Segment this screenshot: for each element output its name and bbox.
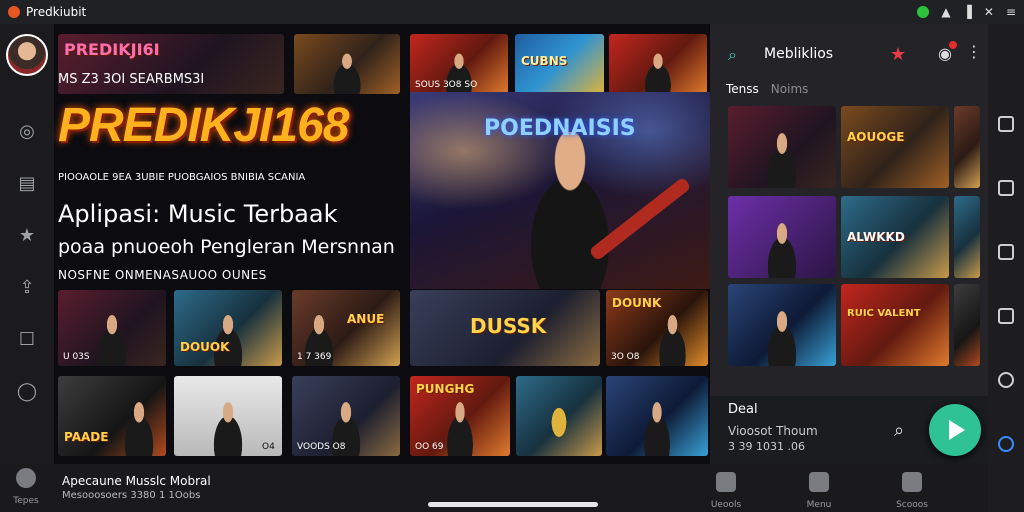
right-tile[interactable] (954, 196, 980, 278)
status-icons: ▲ ▐ ✕ ≡ (917, 5, 1016, 19)
banner-logo: PREDIKJI6I (64, 40, 160, 59)
calendar-icon[interactable]: ☐ (16, 329, 38, 351)
back-icon[interactable] (998, 116, 1014, 132)
hero-strip: PIOOAOLE 9EA 3UBIE PUOBGAIOS BNIBIA SCAN… (58, 172, 306, 183)
notification-icon[interactable]: ◉ (938, 41, 957, 63)
nav-item-scooos[interactable]: Scooos (890, 472, 934, 511)
nav-label: Scooos (896, 500, 928, 510)
now-playing-title[interactable]: Apecaune Musslc Mobral (62, 474, 211, 488)
game-tile[interactable]: SOUS 3O8 SO (410, 34, 508, 94)
menu-icon[interactable]: ≡ (1006, 5, 1016, 19)
game-tile[interactable]: U 03S (58, 290, 166, 366)
right-panel-title: Mebliklios (764, 46, 834, 62)
game-tile[interactable] (609, 34, 707, 94)
right-tile[interactable] (954, 106, 980, 188)
player-title: Deal (728, 402, 758, 417)
chart-icon[interactable]: ▤ (16, 173, 38, 195)
globe-icon[interactable] (998, 436, 1014, 452)
share-icon[interactable]: ⇪ (16, 277, 38, 299)
right-tile[interactable]: RUIC VALENT (841, 284, 949, 366)
game-tile[interactable] (294, 34, 400, 94)
connection-icon (917, 6, 930, 18)
tab-tenss[interactable]: Tenss (726, 82, 759, 96)
play-button[interactable] (929, 404, 981, 456)
right-panel-tabs: Tenss Noims (726, 82, 808, 96)
close-icon[interactable]: ✕ (984, 5, 994, 19)
left-rail: ◎ ▤ ★ ⇪ ☐ ◯ (0, 24, 54, 464)
hero-tagline: NOSFNE ONMENASAUOO OUNES (58, 268, 267, 282)
right-tile[interactable]: AOUOGE (841, 106, 949, 188)
game-tile[interactable]: O4 (174, 376, 282, 456)
hero-art-logo: POEDNAISIS (484, 116, 636, 141)
circle-icon[interactable] (998, 372, 1014, 388)
game-tile[interactable] (516, 376, 602, 456)
right-tile[interactable]: ALWKKD (841, 196, 949, 278)
nav-label: Ueools (710, 500, 742, 510)
app-logo-icon (8, 6, 20, 18)
home-indicator[interactable] (428, 502, 598, 507)
right-tile[interactable] (728, 284, 836, 366)
system-rail (988, 24, 1024, 512)
star-icon[interactable]: ★ (16, 225, 38, 247)
search-icon[interactable]: ⌕ (728, 45, 746, 64)
eye-icon (716, 472, 736, 492)
right-tile[interactable] (728, 106, 836, 188)
favorite-icon[interactable]: ★ (890, 44, 906, 65)
home-button[interactable]: Tepes (8, 468, 44, 507)
right-tile[interactable] (954, 284, 980, 366)
game-tile[interactable]: VOODS O8 (292, 376, 400, 456)
game-tile[interactable] (606, 376, 708, 456)
main-content: PREDIKJI6I MS Z3 3OI SEARBMS3I SOUS 3O8 … (54, 24, 710, 464)
game-tile[interactable]: DOUOK (174, 290, 282, 366)
inbox-icon[interactable]: ◎ (16, 121, 38, 143)
musician-image (505, 132, 635, 289)
hero-logo: PREDIKJI168 (58, 99, 349, 152)
rounded-square-icon[interactable] (998, 308, 1014, 324)
more-icon[interactable]: ⋮ (966, 42, 982, 61)
game-tile[interactable]: DUSSK (410, 290, 600, 366)
status-bar: Predkiubit ▲ ▐ ✕ ≡ (0, 0, 1024, 24)
nav-item-menu[interactable]: Menu (797, 472, 841, 511)
player-song: Vioosot Thoum (728, 424, 818, 438)
game-tile[interactable]: CUBNS (515, 34, 604, 94)
profile-icon (902, 472, 922, 492)
hero-subtitle: poaa pnuoeoh Pengleran Mersnnan (58, 236, 395, 258)
now-playing-subtitle: Mesooosoers 3380 1 1Oobs (62, 490, 201, 501)
app-name: Predkiubit (26, 5, 87, 19)
copy-icon[interactable] (998, 180, 1014, 196)
game-tile[interactable]: PUNGHG OO 69 (410, 376, 510, 456)
game-tile[interactable]: DOUNK 3O O8 (606, 290, 708, 366)
game-tile[interactable]: PAADE (58, 376, 166, 456)
banner-subtitle: MS Z3 3OI SEARBMS3I (58, 72, 205, 87)
notification-badge (948, 41, 957, 49)
player-search-icon[interactable]: ⌕ (894, 420, 904, 441)
player-meta: 3 39 1031 .06 (728, 440, 805, 453)
hero-title: Aplipasi: Music Terbaak (58, 200, 338, 228)
tab-noims[interactable]: Noims (771, 82, 809, 96)
menu-icon (809, 472, 829, 492)
right-tile[interactable] (728, 196, 836, 278)
signal-icon: ▐ (962, 5, 972, 19)
home-icon (16, 468, 36, 488)
nav-item-ueools[interactable]: Ueools (704, 472, 748, 511)
square-icon[interactable] (998, 244, 1014, 260)
avatar[interactable] (6, 34, 48, 76)
nav-label: Menu (806, 500, 832, 510)
home-label: Tepes (13, 496, 39, 506)
wifi-icon: ▲ (941, 5, 951, 19)
game-tile[interactable]: ANUE 1 7 369 (292, 290, 400, 366)
chat-icon[interactable]: ◯ (16, 381, 38, 403)
bottom-nav: Tepes Apecaune Musslc Mobral Mesooosoers… (0, 464, 988, 512)
